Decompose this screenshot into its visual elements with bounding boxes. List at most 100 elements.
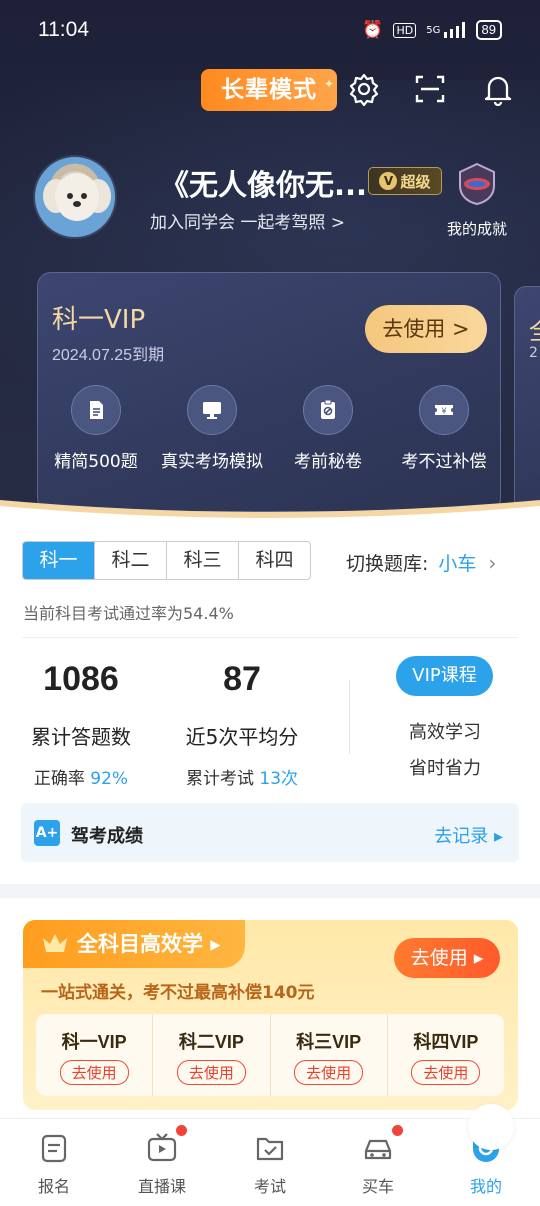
tab-buy-car[interactable]: 买车 — [324, 1119, 432, 1206]
document-icon — [71, 385, 121, 435]
stat-average-score[interactable]: 87 近5次平均分 累计考试 13次 — [178, 660, 306, 789]
live-tv-icon — [147, 1133, 177, 1162]
divider — [22, 637, 518, 638]
achievements-label: 我的成就 — [446, 220, 507, 238]
promo-item-use-button[interactable]: 去使用 — [59, 1060, 129, 1085]
car-icon — [364, 1139, 392, 1160]
promo-tab-label: 全科目高效学 ▸ — [77, 932, 221, 956]
tab-subject-1[interactable]: 科一 — [23, 542, 94, 579]
promo-item-use-button[interactable]: 去使用 — [294, 1060, 364, 1085]
score-title: 驾考成绩 — [71, 826, 143, 847]
feature-fail-compensation[interactable]: ¥ 考不过补偿 — [386, 385, 502, 472]
vip-feature-list: 精简500题 真实考场模拟 考前秘卷 ¥ 考不过补偿 — [38, 385, 502, 472]
feature-label: 考前秘卷 — [294, 452, 362, 472]
avatar-dog-eye — [67, 193, 73, 199]
hd-icon: HD — [393, 22, 417, 38]
record-score-link[interactable]: 去记录 ▸ — [434, 822, 503, 848]
feature-500-questions[interactable]: 精简500题 — [38, 385, 154, 472]
subject-vip-card[interactable]: 科一VIP 2024.07.25到期 去使用 > 精简500题 真实考场模拟 考… — [37, 272, 501, 512]
tab-live-class[interactable]: 直播课 — [108, 1119, 216, 1206]
vip-course-line2: 省时省力 — [409, 758, 481, 779]
driving-score-bar[interactable]: A+ 驾考成绩 去记录 ▸ — [21, 803, 519, 862]
avatar-dog-face — [55, 173, 99, 221]
exam-count-line: 累计考试 13次 — [178, 764, 306, 789]
bottom-tab-bar: 报名 直播课 考试 买车 我的 — [0, 1118, 540, 1206]
signup-icon — [41, 1134, 67, 1163]
vip-level-text: 超级 — [400, 172, 431, 191]
status-time: 11:04 — [38, 18, 89, 41]
settings-gear-icon[interactable] — [347, 72, 381, 107]
tab-subject-3[interactable]: 科三 — [166, 542, 238, 579]
accuracy-value: 92% — [90, 769, 129, 789]
feature-label: 真实考场模拟 — [161, 452, 263, 472]
promo-item-subject-1[interactable]: 科一VIP 去使用 — [36, 1014, 152, 1096]
promo-item-use-button[interactable]: 去使用 — [176, 1060, 246, 1085]
accuracy-line: 正确率 92% — [22, 764, 140, 789]
vip-course-button[interactable]: VIP课程 — [396, 656, 493, 696]
tab-label: 买车 — [361, 1177, 394, 1196]
feature-label: 考不过补偿 — [401, 452, 487, 472]
tab-label: 考试 — [253, 1177, 286, 1196]
avatar[interactable] — [33, 155, 117, 239]
crown-icon — [43, 934, 67, 952]
svg-text:¥: ¥ — [441, 407, 446, 416]
live-class-badge — [176, 1125, 187, 1136]
vip-course-line1: 高效学习 — [409, 722, 481, 743]
battery-indicator: 89 — [475, 20, 502, 40]
promo-item-subject-3[interactable]: 科三VIP 去使用 — [269, 1014, 387, 1096]
buy-car-badge — [392, 1125, 403, 1136]
tab-subject-2[interactable]: 科二 — [94, 542, 166, 579]
vip-card-title: 科一VIP — [52, 305, 146, 335]
exam-count-value: 13次 — [259, 769, 299, 789]
coupon-icon: ¥ — [419, 385, 469, 435]
signal-icon: 5G — [426, 22, 465, 38]
elder-mode-button[interactable]: 长辈模式 — [201, 63, 337, 111]
tab-exam[interactable]: 考试 — [216, 1119, 324, 1206]
exam-check-icon — [256, 1137, 284, 1161]
chevron-right-icon: › — [488, 551, 497, 575]
switch-question-bank[interactable]: 切换题库: 小车 › — [346, 549, 496, 576]
hero-wave-divider — [0, 500, 540, 530]
pass-rate-text: 当前科目考试通过率为54.4% — [23, 604, 234, 623]
my-achievements[interactable]: 我的成就 — [445, 162, 509, 239]
answered-label: 累计答题数 — [31, 725, 131, 749]
next-card-sub: 2 — [529, 345, 538, 361]
all-subjects-promo: 全科目高效学 ▸ 去使用 ▸ 一站式通关，考不过最高补偿140元 科一VIP 去… — [23, 920, 518, 1110]
next-vip-card[interactable]: 全 2 — [514, 286, 540, 512]
feature-exam-simulation[interactable]: 真实考场模拟 — [154, 385, 270, 472]
feature-secret-paper[interactable]: 考前秘卷 — [270, 385, 386, 472]
scan-icon[interactable] — [413, 72, 447, 106]
next-card-title: 全 — [529, 311, 540, 346]
status-icons: ⏰ HD 5G 89 — [362, 20, 502, 40]
notification-bell-icon[interactable] — [481, 72, 515, 107]
secret-paper-icon — [303, 385, 353, 435]
promo-item-subject-2[interactable]: 科二VIP 去使用 — [152, 1014, 269, 1096]
join-classmates-link[interactable]: 加入同学会 一起考驾照 > — [150, 208, 345, 233]
promo-tab[interactable]: 全科目高效学 ▸ — [23, 920, 245, 968]
feature-label: 精简500题 — [54, 452, 138, 472]
stat-answered[interactable]: 1086 累计答题数 正确率 92% — [22, 660, 140, 789]
average-score-value: 87 — [223, 660, 261, 698]
profile-hero: 11:04 ⏰ HD 5G 89 长辈模式 《无人像你无... V 超级 加入同… — [0, 0, 540, 530]
vip-use-button[interactable]: 去使用 > — [365, 305, 487, 353]
switch-bank-value: 小车 — [438, 553, 477, 575]
promo-subtitle: 一站式通关，考不过最高补偿140元 — [41, 983, 315, 1003]
tab-label: 我的 — [469, 1177, 502, 1196]
monitor-icon — [187, 385, 237, 435]
tab-signup[interactable]: 报名 — [0, 1119, 108, 1206]
promo-item-use-button[interactable]: 去使用 — [411, 1060, 481, 1085]
promo-item-title: 科四VIP — [413, 1032, 479, 1052]
alarm-icon: ⏰ — [362, 20, 384, 40]
promo-item-subject-4[interactable]: 科四VIP 去使用 — [386, 1014, 504, 1096]
section-gap — [0, 884, 540, 898]
subject-tabs: 科一 科二 科三 科四 — [22, 541, 311, 580]
super-vip-badge[interactable]: V 超级 — [368, 167, 442, 195]
achievement-medal-icon — [459, 162, 495, 206]
username[interactable]: 《无人像你无... — [160, 162, 367, 204]
exam-count-label: 累计考试 — [185, 769, 254, 789]
promo-use-button[interactable]: 去使用 ▸ — [394, 938, 500, 978]
floating-assist-button[interactable] — [468, 1104, 514, 1150]
tab-label: 直播课 — [137, 1177, 186, 1196]
promo-item-title: 科二VIP — [178, 1032, 244, 1052]
tab-subject-4[interactable]: 科四 — [238, 542, 310, 579]
